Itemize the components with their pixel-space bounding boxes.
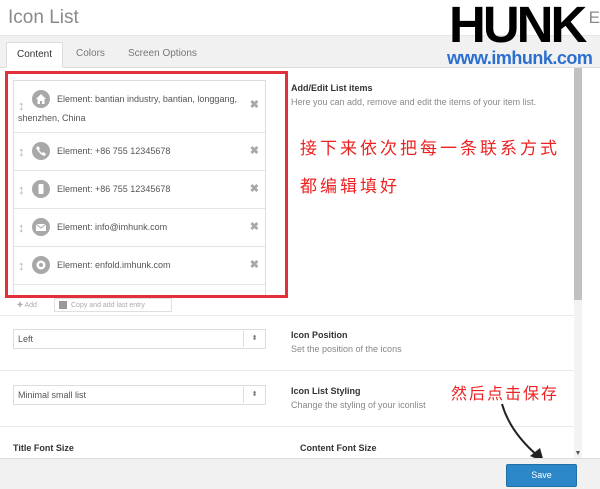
select-arrows-icon: ⬍: [243, 387, 265, 403]
title-font-size-label: Title Font Size: [13, 443, 74, 453]
copy-last-entry-button[interactable]: Copy and add last entry: [54, 298, 172, 312]
annotation-arrow-icon: [501, 403, 544, 462]
watermark-url: www.imhunk.com: [447, 48, 593, 68]
scroll-down-icon[interactable]: ▼: [574, 450, 582, 458]
annotation-edit-entries-line1: 接下来依次把每一条联系方式: [300, 139, 560, 159]
list-items-label: Add/Edit List items: [291, 83, 373, 93]
hunk-watermark: HUNK www.imhunk.com: [445, 0, 600, 72]
icon-position-value: Left: [18, 334, 34, 344]
content-scrollbar[interactable]: ▼: [574, 68, 582, 458]
copy-last-entry-label: Copy and add last entry: [71, 302, 145, 309]
select-arrows-icon: ⬍: [243, 331, 265, 347]
icon-position-desc: Set the position of the icons: [291, 344, 402, 354]
icon-list-styling-label: Icon List Styling: [291, 386, 361, 396]
copy-icon: [59, 301, 67, 309]
list-items-desc: Here you can add, remove and edit the it…: [291, 97, 537, 107]
row-divider: [0, 370, 574, 371]
icon-position-select[interactable]: Left ⬍: [13, 329, 266, 349]
modal-content: ↕ Element: bantian industry, bantian, lo…: [0, 68, 574, 458]
row-divider: [0, 426, 574, 427]
add-item-label: Add: [24, 302, 37, 309]
tab-content[interactable]: Content: [6, 42, 64, 68]
icon-list-styling-select[interactable]: Minimal small list ⬍: [13, 385, 266, 405]
watermark-brand: HUNK: [449, 0, 587, 53]
tab-screen-options[interactable]: Screen Options: [118, 42, 207, 68]
scrollbar-thumb[interactable]: [574, 68, 582, 300]
row-divider: [0, 315, 574, 316]
annotation-highlight-frame: [5, 71, 288, 298]
annotation-edit-entries-line2: 都编辑填好: [300, 177, 400, 197]
icon-list-styling-value: Minimal small list: [18, 390, 87, 400]
save-button[interactable]: Save: [506, 464, 577, 487]
annotation-click-save: 然后点击保存: [451, 384, 560, 403]
icon-list-styling-desc: Change the styling of your iconlist: [291, 400, 426, 410]
content-font-size-label: Content Font Size: [300, 443, 377, 453]
icon-position-label: Icon Position: [291, 330, 348, 340]
add-item-button[interactable]: ✚ Add: [17, 301, 37, 309]
tab-colors[interactable]: Colors: [66, 42, 115, 68]
modal-title: Icon List: [8, 7, 79, 28]
